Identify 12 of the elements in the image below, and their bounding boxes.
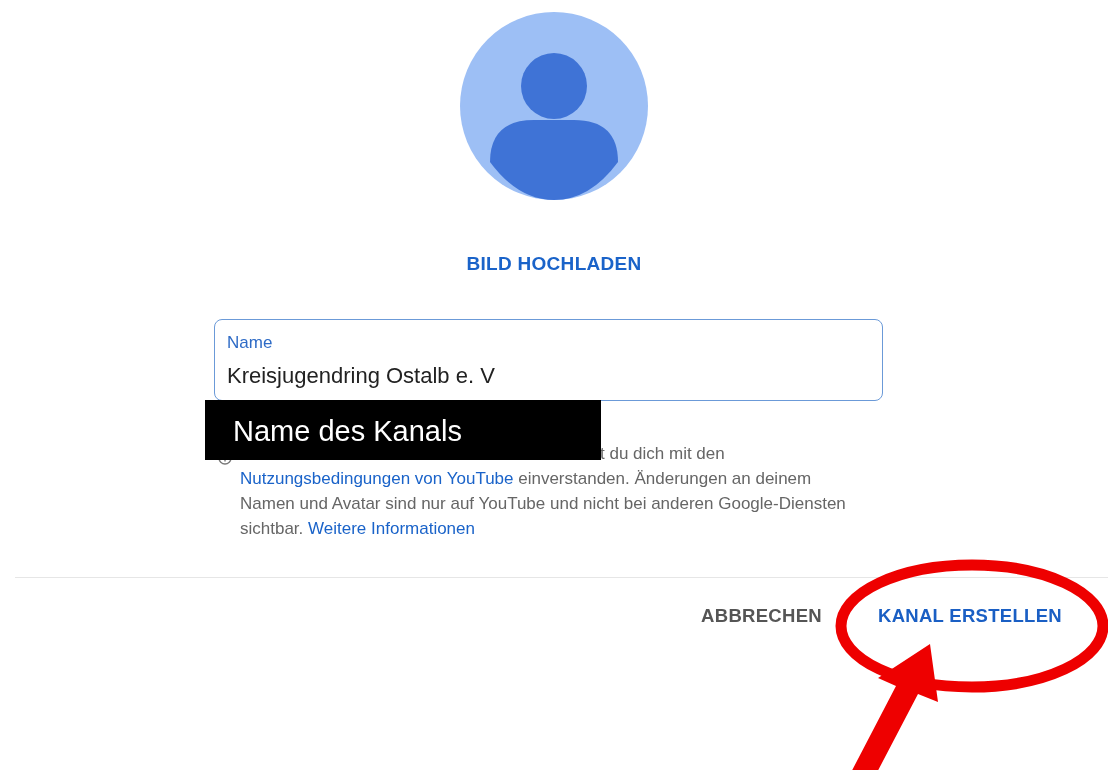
field-label: Name bbox=[227, 331, 274, 354]
create-channel-button[interactable]: KANAL ERSTELLEN bbox=[871, 597, 1068, 634]
annotation-label: Name des Kanals bbox=[205, 400, 601, 460]
name-input-field[interactable]: Name Kreisjugendring Ostalb e. V bbox=[214, 318, 883, 401]
terms-link[interactable]: Nutzungsbedingungen von YouTube bbox=[240, 468, 514, 488]
name-input[interactable]: Kreisjugendring Ostalb e. V bbox=[227, 359, 870, 392]
cancel-button[interactable]: ABBRECHEN bbox=[695, 597, 828, 634]
info-paragraph: Nutzungsbedingungen von YouTube einverstanden. Änderungen an deinem Namen und Avatar sind nur auf YouTube und nicht bei anderen Google-Diensten sichtbar. Weitere Informationen bbox=[240, 467, 847, 540]
info-text-fragment: t du dich mit den bbox=[599, 442, 725, 465]
more-info-link[interactable]: Weitere Informationen bbox=[308, 518, 475, 538]
avatar-silhouette-icon bbox=[460, 12, 648, 200]
upload-image-link[interactable]: BILD HOCHLADEN bbox=[458, 246, 650, 283]
